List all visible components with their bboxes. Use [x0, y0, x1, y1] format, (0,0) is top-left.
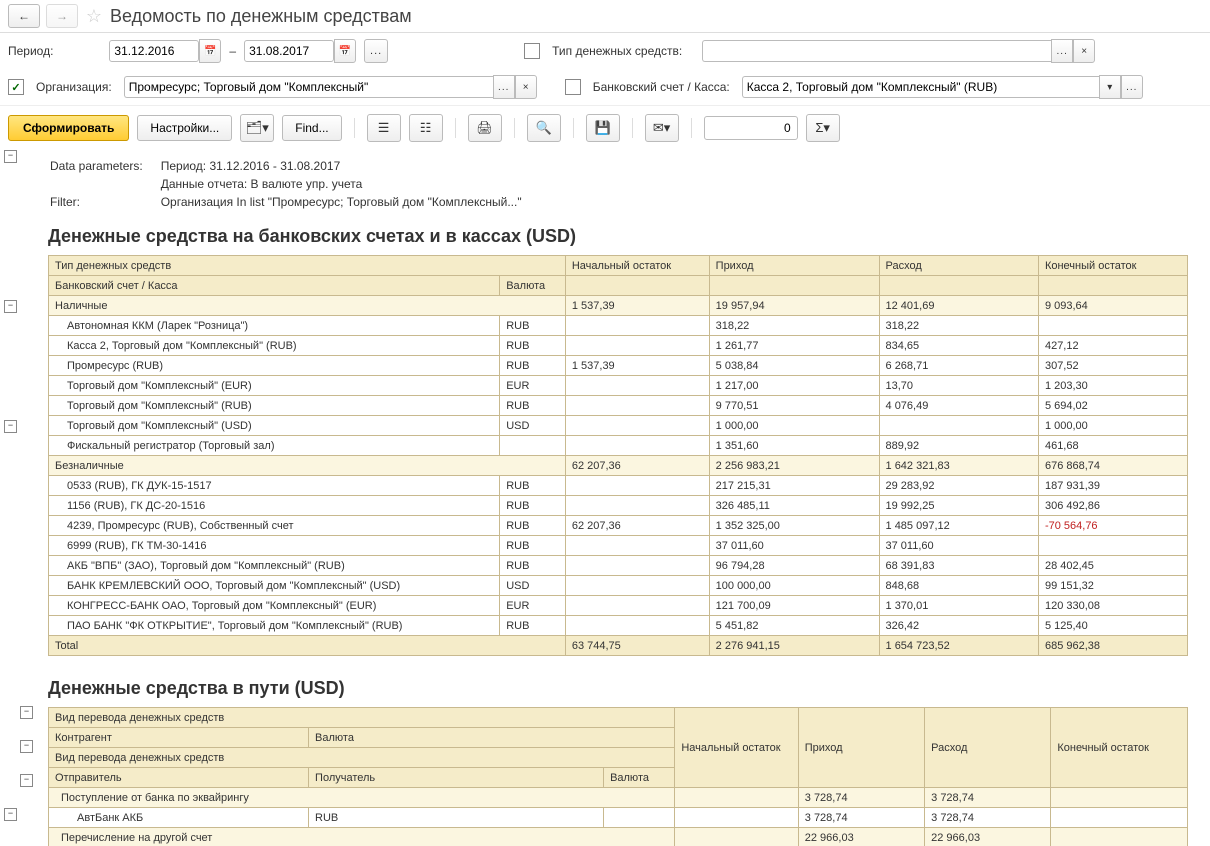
col-out: Расход	[879, 256, 1038, 276]
table-row[interactable]: Торговый дом "Комплексный" (USD)USD1 000…	[49, 416, 1188, 436]
col-kind2: Вид перевода денежных средств	[49, 748, 675, 768]
org-input[interactable]	[124, 76, 493, 98]
type-checkbox[interactable]	[524, 43, 540, 59]
dp-line2: Данные отчета: В валюте упр. учета	[161, 176, 538, 192]
col-curr: Валюта	[500, 276, 566, 296]
org-select-button[interactable]: ...	[493, 75, 515, 99]
table-row[interactable]: Торговый дом "Комплексный" (EUR)EUR1 217…	[49, 376, 1188, 396]
date-separator: –	[229, 44, 236, 58]
group-row[interactable]: Наличные	[49, 296, 566, 316]
filter-label: Filter:	[50, 194, 159, 210]
sum-icon[interactable]: Σ▾	[806, 114, 840, 142]
col-kind: Вид перевода денежных средств	[49, 708, 675, 728]
favorite-icon[interactable]: ☆	[84, 6, 104, 26]
table-row[interactable]: 4239, Промресурс (RUB), Собственный счет…	[49, 516, 1188, 536]
settings-button[interactable]: Настройки...	[137, 115, 232, 141]
back-button[interactable]: ←	[8, 4, 40, 28]
table-row[interactable]: АвтБанк АКБRUB3 728,743 728,74	[49, 808, 1188, 828]
form-button[interactable]: Сформировать	[8, 115, 129, 141]
org-checkbox[interactable]	[8, 79, 24, 95]
section1-title: Денежные средства на банковских счетах и…	[48, 226, 1210, 247]
collapse-all-icon[interactable]: ☷	[409, 114, 443, 142]
preview-icon[interactable]: 🔍	[527, 114, 561, 142]
expand-all-icon[interactable]: ☰	[367, 114, 401, 142]
type-label: Тип денежных средств:	[552, 44, 682, 58]
variant-button[interactable]: 🗂▾	[240, 114, 274, 142]
date-to-input[interactable]	[244, 40, 334, 62]
type-select-button[interactable]: ...	[1051, 39, 1073, 63]
mail-icon[interactable]: ✉▾	[645, 114, 679, 142]
table-row[interactable]: КОНГРЕСС-БАНК ОАО, Торговый дом "Комплек…	[49, 596, 1188, 616]
period-label: Период:	[8, 44, 53, 58]
col-type: Тип денежных средств	[49, 256, 566, 276]
filter-value: Организация In list "Промресурс; Торговы…	[161, 194, 538, 210]
table-row[interactable]: Касса 2, Торговый дом "Комплексный" (RUB…	[49, 336, 1188, 356]
acct-input[interactable]	[742, 76, 1099, 98]
separator	[514, 118, 515, 138]
dp-line1: Период: 31.12.2016 - 31.08.2017	[161, 158, 538, 174]
org-clear-button[interactable]: ×	[515, 75, 537, 99]
forward-button[interactable]: →	[46, 4, 78, 28]
separator	[573, 118, 574, 138]
table-row[interactable]: АКБ "ВПБ" (ЗАО), Торговый дом "Комплексн…	[49, 556, 1188, 576]
acct-dropdown-icon[interactable]: ▾	[1099, 75, 1121, 99]
table-row[interactable]: ПАО БАНК "ФК ОТКРЫТИЕ", Торговый дом "Ко…	[49, 616, 1188, 636]
col-in: Приход	[798, 708, 924, 788]
col-start: Начальный остаток	[565, 256, 709, 276]
type-clear-button[interactable]: ×	[1073, 39, 1095, 63]
tree-collapse-icon[interactable]: −	[4, 808, 17, 821]
col-recv: Получатель	[309, 768, 604, 788]
col-acct: Банковский счет / Касса	[49, 276, 500, 296]
col-curr: Валюта	[309, 728, 675, 748]
tree-collapse-icon[interactable]: −	[4, 420, 17, 433]
numeric-input[interactable]	[704, 116, 798, 140]
print-icon[interactable]: 🖨	[468, 114, 502, 142]
tree-collapse-icon[interactable]: −	[4, 300, 17, 313]
table-row[interactable]: БАНК КРЕМЛЕВСКИЙ ООО, Торговый дом "Комп…	[49, 576, 1188, 596]
dp-label: Data parameters:	[50, 158, 159, 174]
group-row[interactable]: Безналичные	[49, 456, 566, 476]
col-end: Конечный остаток	[1038, 256, 1187, 276]
col-start: Начальный остаток	[675, 708, 798, 788]
org-label: Организация:	[36, 80, 112, 94]
col-end: Конечный остаток	[1051, 708, 1188, 788]
separator	[354, 118, 355, 138]
acct-label: Банковский счет / Касса:	[593, 80, 730, 94]
table-row[interactable]: Фискальный регистратор (Торговый зал)1 3…	[49, 436, 1188, 456]
page-title: Ведомость по денежным средствам	[110, 6, 412, 27]
group-row[interactable]: Перечисление на другой счет	[49, 828, 675, 846]
col-out: Расход	[925, 708, 1051, 788]
tree-collapse-icon[interactable]: −	[20, 774, 33, 787]
find-button[interactable]: Find...	[282, 115, 341, 141]
table-row[interactable]: Торговый дом "Комплексный" (RUB)RUB9 770…	[49, 396, 1188, 416]
table-row[interactable]: 0533 (RUB), ГК ДУК-15-1517RUB217 215,312…	[49, 476, 1188, 496]
date-from-calendar-icon[interactable]: 📅	[199, 39, 221, 63]
col-curr: Валюта	[604, 768, 675, 788]
tree-collapse-icon[interactable]: −	[20, 706, 33, 719]
separator	[455, 118, 456, 138]
table-row[interactable]: 1156 (RUB), ГК ДС-20-1516RUB326 485,1119…	[49, 496, 1188, 516]
date-to-calendar-icon[interactable]: 📅	[334, 39, 356, 63]
col-contr: Контрагент	[49, 728, 309, 748]
total-row: Total	[49, 636, 566, 656]
period-select-button[interactable]: ...	[364, 39, 388, 63]
table-row[interactable]: Промресурс (RUB)RUB1 537,395 038,846 268…	[49, 356, 1188, 376]
table-row[interactable]: 6999 (RUB), ГК ТМ-30-1416RUB37 011,6037 …	[49, 536, 1188, 556]
acct-checkbox[interactable]	[565, 79, 581, 95]
col-sender: Отправитель	[49, 768, 309, 788]
date-from-input[interactable]	[109, 40, 199, 62]
group-row[interactable]: Поступление от банка по эквайрингу	[49, 788, 675, 808]
tree-collapse-icon[interactable]: −	[4, 150, 17, 163]
table-row[interactable]: Автономная ККМ (Ларек "Розница")RUB318,2…	[49, 316, 1188, 336]
section2-title: Денежные средства в пути (USD)	[48, 678, 1210, 699]
separator	[632, 118, 633, 138]
col-in: Приход	[709, 256, 879, 276]
save-icon[interactable]: 💾	[586, 114, 620, 142]
acct-select-button[interactable]: ...	[1121, 75, 1143, 99]
type-input[interactable]	[702, 40, 1051, 62]
tree-collapse-icon[interactable]: −	[20, 740, 33, 753]
separator	[691, 118, 692, 138]
